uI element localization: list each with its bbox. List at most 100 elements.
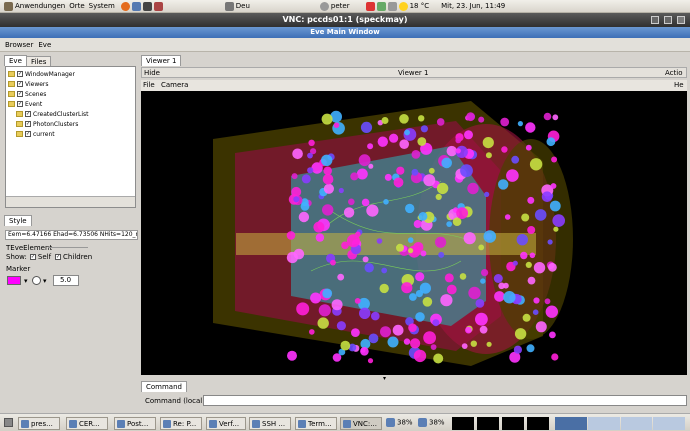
chevron-down-icon[interactable]: ▾ [24,277,28,285]
app-icon[interactable] [153,1,163,11]
marker-size-input[interactable]: 5.0 [53,275,79,286]
status-icon[interactable] [365,1,375,11]
folder-icon [8,91,15,97]
minimize-icon[interactable] [651,16,659,24]
maximize-icon[interactable] [664,16,672,24]
tree-item-current[interactable]: ✓ current [16,130,55,138]
eve-tree[interactable]: ✓ WindowManager ✓ Viewers ✓ Scenes ✓ Event ✓… [5,66,136,208]
chevron-down-icon[interactable]: ▾ [43,277,47,285]
task-item-active[interactable]: VNC:... [340,417,382,430]
cluster-hit [493,274,503,283]
task-item[interactable]: Post... [114,417,156,430]
tree-item-viewers[interactable]: ✓ Viewers [8,80,49,88]
checkbox-icon[interactable]: ✓ [17,81,23,87]
chevron-down-icon[interactable]: ▾ [383,375,386,382]
eve-window-title: Eve Main Window [310,28,380,36]
viewer-menu-file[interactable]: File [143,81,155,89]
workspace-3[interactable] [620,417,653,430]
children-checkbox[interactable]: ✓ [55,254,62,260]
clock[interactable]: Mit, 23. Jun, 11:49 [441,2,505,10]
cluster-hit [415,290,423,298]
workspace-1[interactable] [555,417,587,430]
tree-hscrollbar[interactable] [6,196,135,207]
tree-item-windowmanager[interactable]: ✓ WindowManager [8,70,75,78]
system-monitor-graph[interactable] [452,417,474,430]
tree-item-photonclusters[interactable]: ✓ PhotonClusters [16,120,78,128]
cluster-hit [387,336,399,348]
cluster-hit [527,196,535,204]
applications-menu[interactable]: Anwendungen [4,0,65,13]
folder-icon [8,71,15,77]
cluster-hit [298,211,310,223]
viewer-menu-camera[interactable]: Camera [161,81,188,89]
checkbox-icon[interactable]: ✓ [25,121,31,127]
user-name[interactable]: peter [331,2,350,10]
network-icon[interactable] [376,1,386,11]
checkbox-icon[interactable]: ✓ [17,91,23,97]
workspace-switcher[interactable] [555,417,685,430]
task-item[interactable]: Verf... [206,417,246,430]
cluster-hit [503,291,516,304]
checkbox-icon[interactable]: ✓ [25,111,31,117]
tab-eve[interactable]: Eve [4,55,27,66]
task-item[interactable]: pres... [18,417,60,430]
action-button[interactable]: Actio [665,69,683,77]
viewer-menu-help[interactable]: He [674,81,684,89]
menu-eve[interactable]: Eve [38,41,51,49]
gl-viewer[interactable] [141,91,687,375]
cluster-hit [551,353,559,361]
cluster-hit [534,209,547,221]
cluster-hit [470,340,477,347]
mail-icon[interactable] [131,1,141,11]
firefox-icon[interactable] [120,1,130,11]
keyboard-layout[interactable]: Deu [236,2,250,10]
cluster-hit [318,304,331,317]
self-checkbox[interactable]: ✓ [29,254,36,260]
cluster-hit [392,324,404,336]
weather-temp[interactable]: 18 °C [410,2,430,10]
system-monitor-graph[interactable] [477,417,499,430]
places-menu[interactable]: Orte [69,0,84,13]
power-icon[interactable] [319,1,329,11]
hide-button[interactable]: Hide [144,69,160,77]
system-monitor-graph[interactable] [502,417,524,430]
show-desktop-icon[interactable] [4,418,13,427]
cpu-meter-1[interactable]: 38% [386,418,413,427]
workspace-2[interactable] [587,417,620,430]
checkbox-icon[interactable]: ✓ [25,131,31,137]
system-menu[interactable]: System [89,0,115,13]
marker-style-icon[interactable] [32,276,41,285]
tab-style[interactable]: Style [4,215,32,226]
task-item[interactable]: Re: P... [160,417,202,430]
cluster-hit [356,168,368,180]
menu-browser[interactable]: Browser [5,41,33,49]
cpu-meter-2[interactable]: 38% [418,418,445,427]
tab-command[interactable]: Command [141,381,187,392]
tree-item-createdclusterlist[interactable]: ✓ CreatedClusterList [16,110,89,118]
checkbox-icon[interactable]: ✓ [17,101,23,107]
command-input[interactable] [203,395,687,406]
detector-view[interactable] [141,91,687,375]
cluster-hit [436,118,445,126]
cluster-hit [452,217,462,226]
system-monitor-graph[interactable] [527,417,549,430]
selected-element-name[interactable]: Eem=6.47166 Ehad=6.73506 NHits=120_m [5,230,138,240]
close-icon[interactable] [677,16,685,24]
checkbox-icon[interactable]: ✓ [17,71,23,77]
volume-icon[interactable] [387,1,397,11]
workspace-4[interactable] [653,417,685,430]
task-item[interactable]: SSH ... [249,417,291,430]
task-item[interactable]: Term... [295,417,337,430]
cluster-hit [307,152,313,159]
marker-color-swatch[interactable] [7,276,21,285]
tab-command-label: Command [146,383,182,391]
task-item[interactable]: CER... [66,417,108,430]
tree-item-scenes[interactable]: ✓ Scenes [8,90,46,98]
cluster-hit [366,204,379,217]
tree-item-event[interactable]: ✓ Event [8,100,42,108]
task-label: Term... [308,420,332,428]
tab-viewer[interactable]: Viewer 1 [141,55,182,66]
terminal-icon[interactable] [142,1,152,11]
cluster-hit [367,143,374,150]
cluster-hit [348,198,355,206]
